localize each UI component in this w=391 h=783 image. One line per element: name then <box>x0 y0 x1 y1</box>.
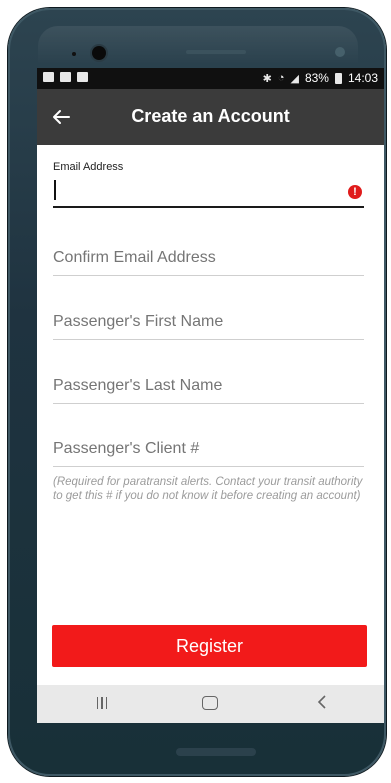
confirm-email-underline <box>53 275 364 276</box>
alert-circle-icon: ! <box>348 185 362 199</box>
proximity-sensor <box>72 52 76 56</box>
battery-icon <box>334 72 342 84</box>
email-underline <box>53 206 364 208</box>
first-name-underline <box>53 339 364 340</box>
light-sensor <box>335 47 345 57</box>
last-name-field-group <box>53 365 364 405</box>
system-status: ✱ ◔ ◢ 83% 14:03 <box>263 71 378 85</box>
email-label: Email Address <box>53 161 124 173</box>
signal-icon: ◢ <box>290 72 299 85</box>
app-bar: Create an Account <box>37 89 384 145</box>
battery-percent: 83% <box>304 71 329 85</box>
confirm-email-input[interactable] <box>53 245 364 271</box>
text-caret <box>54 180 56 200</box>
navigation-bar <box>37 685 384 723</box>
confirm-email-field-group <box>53 237 364 277</box>
wifi-icon: ◔ <box>277 72 285 84</box>
register-button[interactable]: Register <box>52 625 367 667</box>
gallery-notification-icon <box>43 72 54 82</box>
client-number-underline <box>53 466 364 467</box>
last-name-input[interactable] <box>53 373 364 399</box>
back-nav-icon[interactable] <box>307 694 337 714</box>
mail-notification-icon <box>60 72 71 82</box>
client-number-input[interactable] <box>53 436 364 462</box>
phone-screen: ✱ ◔ ◢ 83% 14:03 Create an Account Email … <box>37 68 384 723</box>
phone-glare <box>38 26 358 64</box>
front-camera-icon <box>92 46 106 60</box>
status-bar: ✱ ◔ ◢ 83% 14:03 <box>37 68 384 89</box>
client-number-field-group <box>53 428 364 468</box>
recent-apps-icon[interactable] <box>87 694 117 714</box>
page-title: Create an Account <box>131 106 290 126</box>
home-icon[interactable] <box>195 694 225 714</box>
clock: 14:03 <box>347 71 378 85</box>
email-input[interactable] <box>53 177 364 203</box>
notification-icons <box>43 72 88 82</box>
last-name-underline <box>53 403 364 404</box>
client-number-help: (Required for paratransit alerts. Contac… <box>53 476 363 502</box>
email-field-group: Email Address ! <box>53 161 364 209</box>
bluetooth-icon: ✱ <box>262 72 272 85</box>
first-name-input[interactable] <box>53 309 364 335</box>
earpiece-speaker <box>186 50 246 54</box>
image-notification-icon <box>77 72 88 82</box>
phone-logo <box>176 748 256 756</box>
first-name-field-group <box>53 301 364 341</box>
